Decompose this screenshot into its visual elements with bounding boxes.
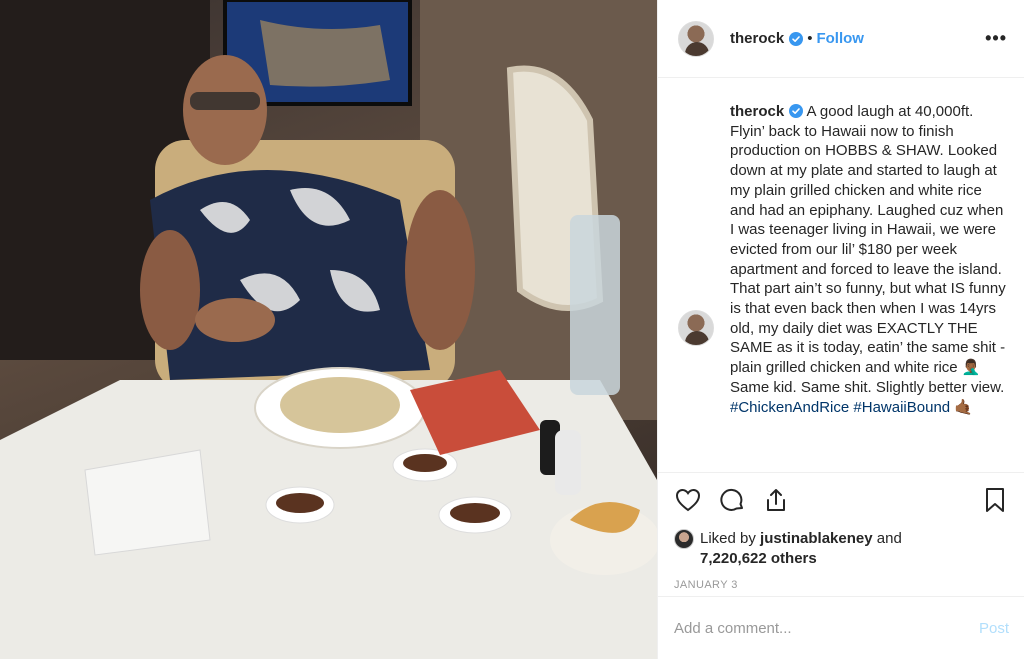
liked-by-user[interactable]: justinablakeney xyxy=(760,530,873,547)
caption: therock A good laugh at 40,000ft. Flyin’… xyxy=(730,102,1009,472)
hashtag-link[interactable]: #ChickenAndRice xyxy=(730,399,849,416)
hashtag-link[interactable]: #HawaiiBound xyxy=(853,399,950,416)
comment-input[interactable] xyxy=(674,619,979,637)
actions-section: Liked by justinablakeney and 7,220,622 o… xyxy=(658,472,1024,596)
caption-body: A good laugh at 40,000ft. Flyin’ back to… xyxy=(730,103,1006,396)
post-header: therock • Follow ••• xyxy=(658,0,1024,78)
likes-count[interactable]: 7,220,622 others xyxy=(700,550,817,567)
header-separator: • xyxy=(807,30,813,47)
avatar[interactable] xyxy=(678,20,714,57)
post-comment-button[interactable]: Post xyxy=(979,620,1009,637)
post-side-panel: therock • Follow ••• therock A good laug… xyxy=(657,0,1024,659)
post-date[interactable]: JANUARY 3 xyxy=(674,579,1009,591)
photo-illustration xyxy=(0,0,657,659)
header-username[interactable]: therock xyxy=(730,30,784,47)
liker-avatar[interactable] xyxy=(674,529,694,549)
verified-badge-icon xyxy=(789,104,804,118)
heart-icon[interactable] xyxy=(674,486,702,514)
hashtag-emoji: 🤙🏾 xyxy=(954,398,973,416)
more-options-button[interactable]: ••• xyxy=(985,28,1007,49)
liked-by-and: and xyxy=(872,530,902,547)
bookmark-icon[interactable] xyxy=(981,486,1009,514)
comment-icon[interactable] xyxy=(718,486,746,514)
caption-section: therock A good laugh at 40,000ft. Flyin’… xyxy=(658,78,1024,472)
follow-button[interactable]: Follow xyxy=(816,30,864,47)
avatar[interactable] xyxy=(678,310,714,346)
likes-text: Liked by justinablakeney and 7,220,622 o… xyxy=(700,529,902,569)
verified-badge-icon xyxy=(789,31,804,46)
likes-summary: Liked by justinablakeney and 7,220,622 o… xyxy=(674,529,1009,569)
liked-by-prefix: Liked by xyxy=(700,530,761,547)
share-icon[interactable] xyxy=(762,486,790,514)
caption-username[interactable]: therock xyxy=(730,103,784,120)
comment-box: Post xyxy=(658,596,1024,659)
post-photo[interactable] xyxy=(0,0,657,659)
action-bar xyxy=(674,485,1009,515)
